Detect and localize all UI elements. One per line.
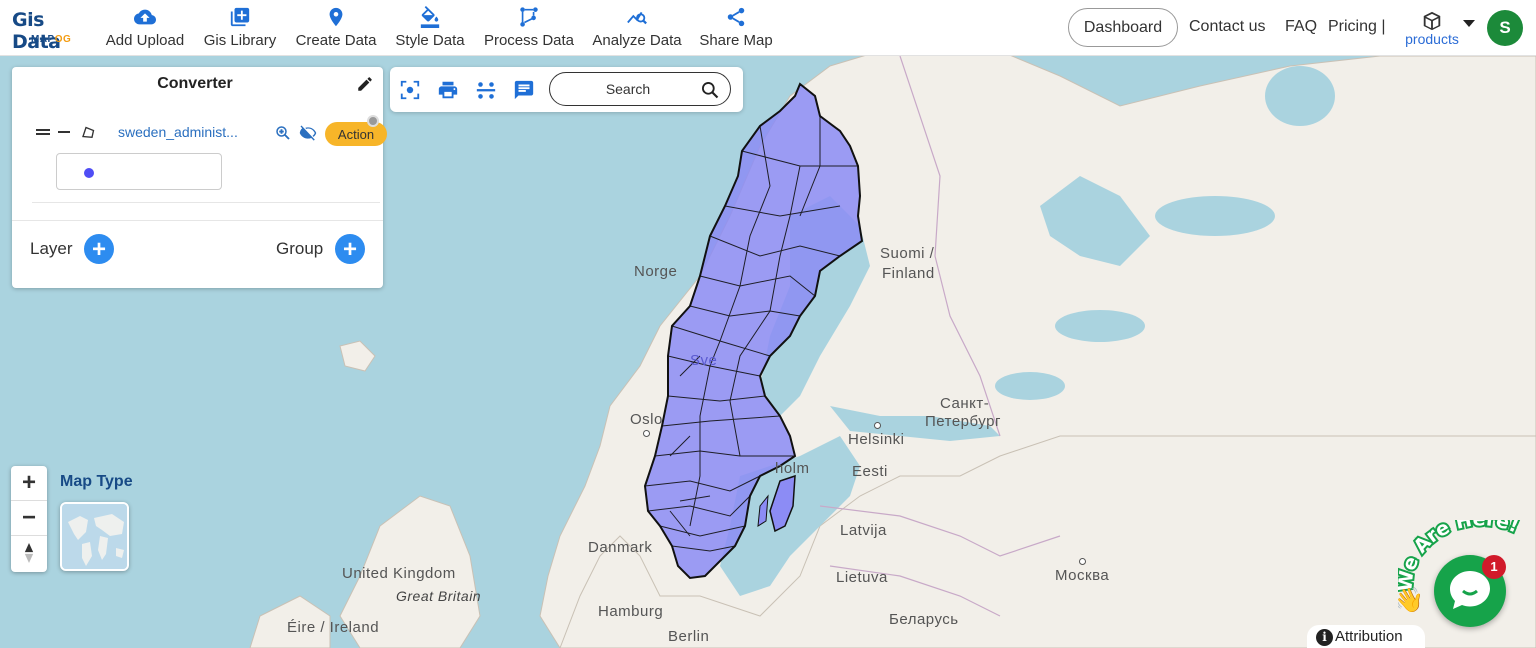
city-marker <box>643 430 650 437</box>
analyze-chart-icon <box>627 11 647 25</box>
add-group-button[interactable]: + <box>335 234 365 264</box>
nav-share-map[interactable]: Share Map <box>698 6 774 52</box>
search-box <box>549 72 731 106</box>
zoom-out-button[interactable]: − <box>11 501 47 536</box>
process-nodes-icon <box>520 7 538 27</box>
layer-name[interactable]: sweden_administ... <box>118 124 248 140</box>
map-label: United Kingdom <box>342 565 456 582</box>
map-label: Петербург <box>925 413 1001 430</box>
map-label: Санкт- <box>940 395 990 412</box>
print-icon[interactable] <box>437 79 459 101</box>
map-label: Berlin <box>668 628 710 645</box>
comment-icon[interactable] <box>513 79 535 101</box>
map-label: Finland <box>882 265 935 282</box>
chat-notification-badge: 1 <box>1482 555 1506 579</box>
measure-icon[interactable] <box>475 79 497 101</box>
faq-link[interactable]: FAQ <box>1285 18 1317 36</box>
paint-bucket-icon <box>420 6 440 28</box>
cube-icon <box>1423 11 1441 31</box>
nav-label: Gis Library <box>203 32 277 49</box>
visibility-off-icon[interactable] <box>298 124 318 142</box>
nav-label: Style Data <box>395 32 465 49</box>
screenshot-capture-icon[interactable] <box>399 79 421 101</box>
map-label: Great Britain <box>396 588 482 604</box>
panel-title: Converter <box>157 75 233 92</box>
map-type-thumbnail[interactable] <box>60 502 129 571</box>
attribution-button[interactable]: i Attribution <box>1307 625 1425 648</box>
collapse-icon[interactable] <box>58 127 70 137</box>
map-label: Hamburg <box>598 603 664 620</box>
nav-style-data[interactable]: Style Data <box>393 6 467 52</box>
gisdata-logo[interactable]: Gis Data MAPOG <box>12 9 88 53</box>
map-label: Eesti <box>852 463 888 480</box>
logo-subtext: MAPOG <box>31 34 72 45</box>
action-button[interactable]: Action <box>325 122 387 146</box>
map-label: Danmark <box>588 539 653 556</box>
pencil-icon[interactable] <box>356 75 374 93</box>
map-type-label: Map Type <box>60 473 133 490</box>
nav-label: Create Data <box>295 32 377 49</box>
map-label: Helsinki <box>848 431 905 448</box>
user-avatar[interactable]: S <box>1487 10 1523 46</box>
nav-analyze-data[interactable]: Analyze Data <box>590 6 684 52</box>
divider <box>12 220 383 221</box>
city-marker <box>1079 558 1086 565</box>
attribution-label: Attribution <box>1335 628 1403 645</box>
nav-label: Add Upload <box>105 32 185 49</box>
location-pin-icon <box>329 7 343 27</box>
world-map-icon <box>62 504 127 569</box>
contact-us-link[interactable]: Contact us <box>1189 18 1265 36</box>
products-menu[interactable]: products <box>1400 10 1464 52</box>
products-label: products <box>1405 31 1459 47</box>
legend-color-swatch <box>84 168 94 178</box>
nav-gis-library[interactable]: Gis Library <box>202 6 278 52</box>
drag-handle-icon[interactable] <box>36 127 50 137</box>
nav-process-data[interactable]: Process Data <box>482 6 576 52</box>
map-label: Lietuva <box>836 569 888 586</box>
map-label: Oslo <box>630 411 663 428</box>
map-label: holm <box>775 460 810 477</box>
nav-create-data[interactable]: Create Data <box>294 6 378 52</box>
map-label: Norge <box>634 263 678 280</box>
search-input[interactable] <box>560 79 696 99</box>
city-marker <box>874 422 881 429</box>
pricing-link[interactable]: Pricing | <box>1328 18 1386 36</box>
map-label: Éire / Ireland <box>287 619 380 636</box>
map-toolbar <box>390 67 743 112</box>
layer-row[interactable]: sweden_administ... Action <box>36 122 387 146</box>
divider <box>32 202 380 203</box>
compass-icon <box>24 543 34 563</box>
polygon-layer-icon <box>82 126 95 138</box>
map-label: Suomi / <box>880 245 935 262</box>
library-add-icon <box>230 7 250 27</box>
cloud-upload-icon <box>134 9 156 25</box>
map-label: Latvija <box>840 522 887 539</box>
chevron-down-icon[interactable] <box>1463 20 1475 27</box>
scrollbar-thumb[interactable] <box>367 115 379 127</box>
nav-add-upload[interactable]: Add Upload <box>104 6 186 52</box>
layer-label: Layer <box>30 239 73 258</box>
nav-label: Analyze Data <box>592 32 682 49</box>
zoom-in-button[interactable]: + <box>11 466 47 501</box>
map-label: Беларусь <box>889 611 959 628</box>
layer-legend <box>56 153 222 190</box>
dashboard-button[interactable]: Dashboard <box>1068 8 1178 47</box>
reset-north-button[interactable] <box>11 536 47 571</box>
nav-label: Share Map <box>699 32 773 49</box>
search-icon[interactable] <box>700 80 720 100</box>
zoom-to-layer-icon[interactable] <box>274 124 292 142</box>
add-layer-button[interactable]: + <box>84 234 114 264</box>
zoom-controls: + − <box>11 466 47 572</box>
share-icon <box>727 7 745 27</box>
converter-panel: Converter sweden_administ... Action Laye… <box>12 67 387 288</box>
group-label: Group <box>276 239 324 258</box>
waving-hand-icon: 👋 <box>1398 587 1424 614</box>
nav-label: Process Data <box>483 32 575 49</box>
map-label: Sve <box>690 352 718 369</box>
logo-text: Gis Data <box>12 9 61 53</box>
top-navbar: Gis Data MAPOG Add Upload Gis Library Cr… <box>0 0 1536 56</box>
info-icon: i <box>1316 629 1333 646</box>
map-label: Москва <box>1055 567 1110 584</box>
